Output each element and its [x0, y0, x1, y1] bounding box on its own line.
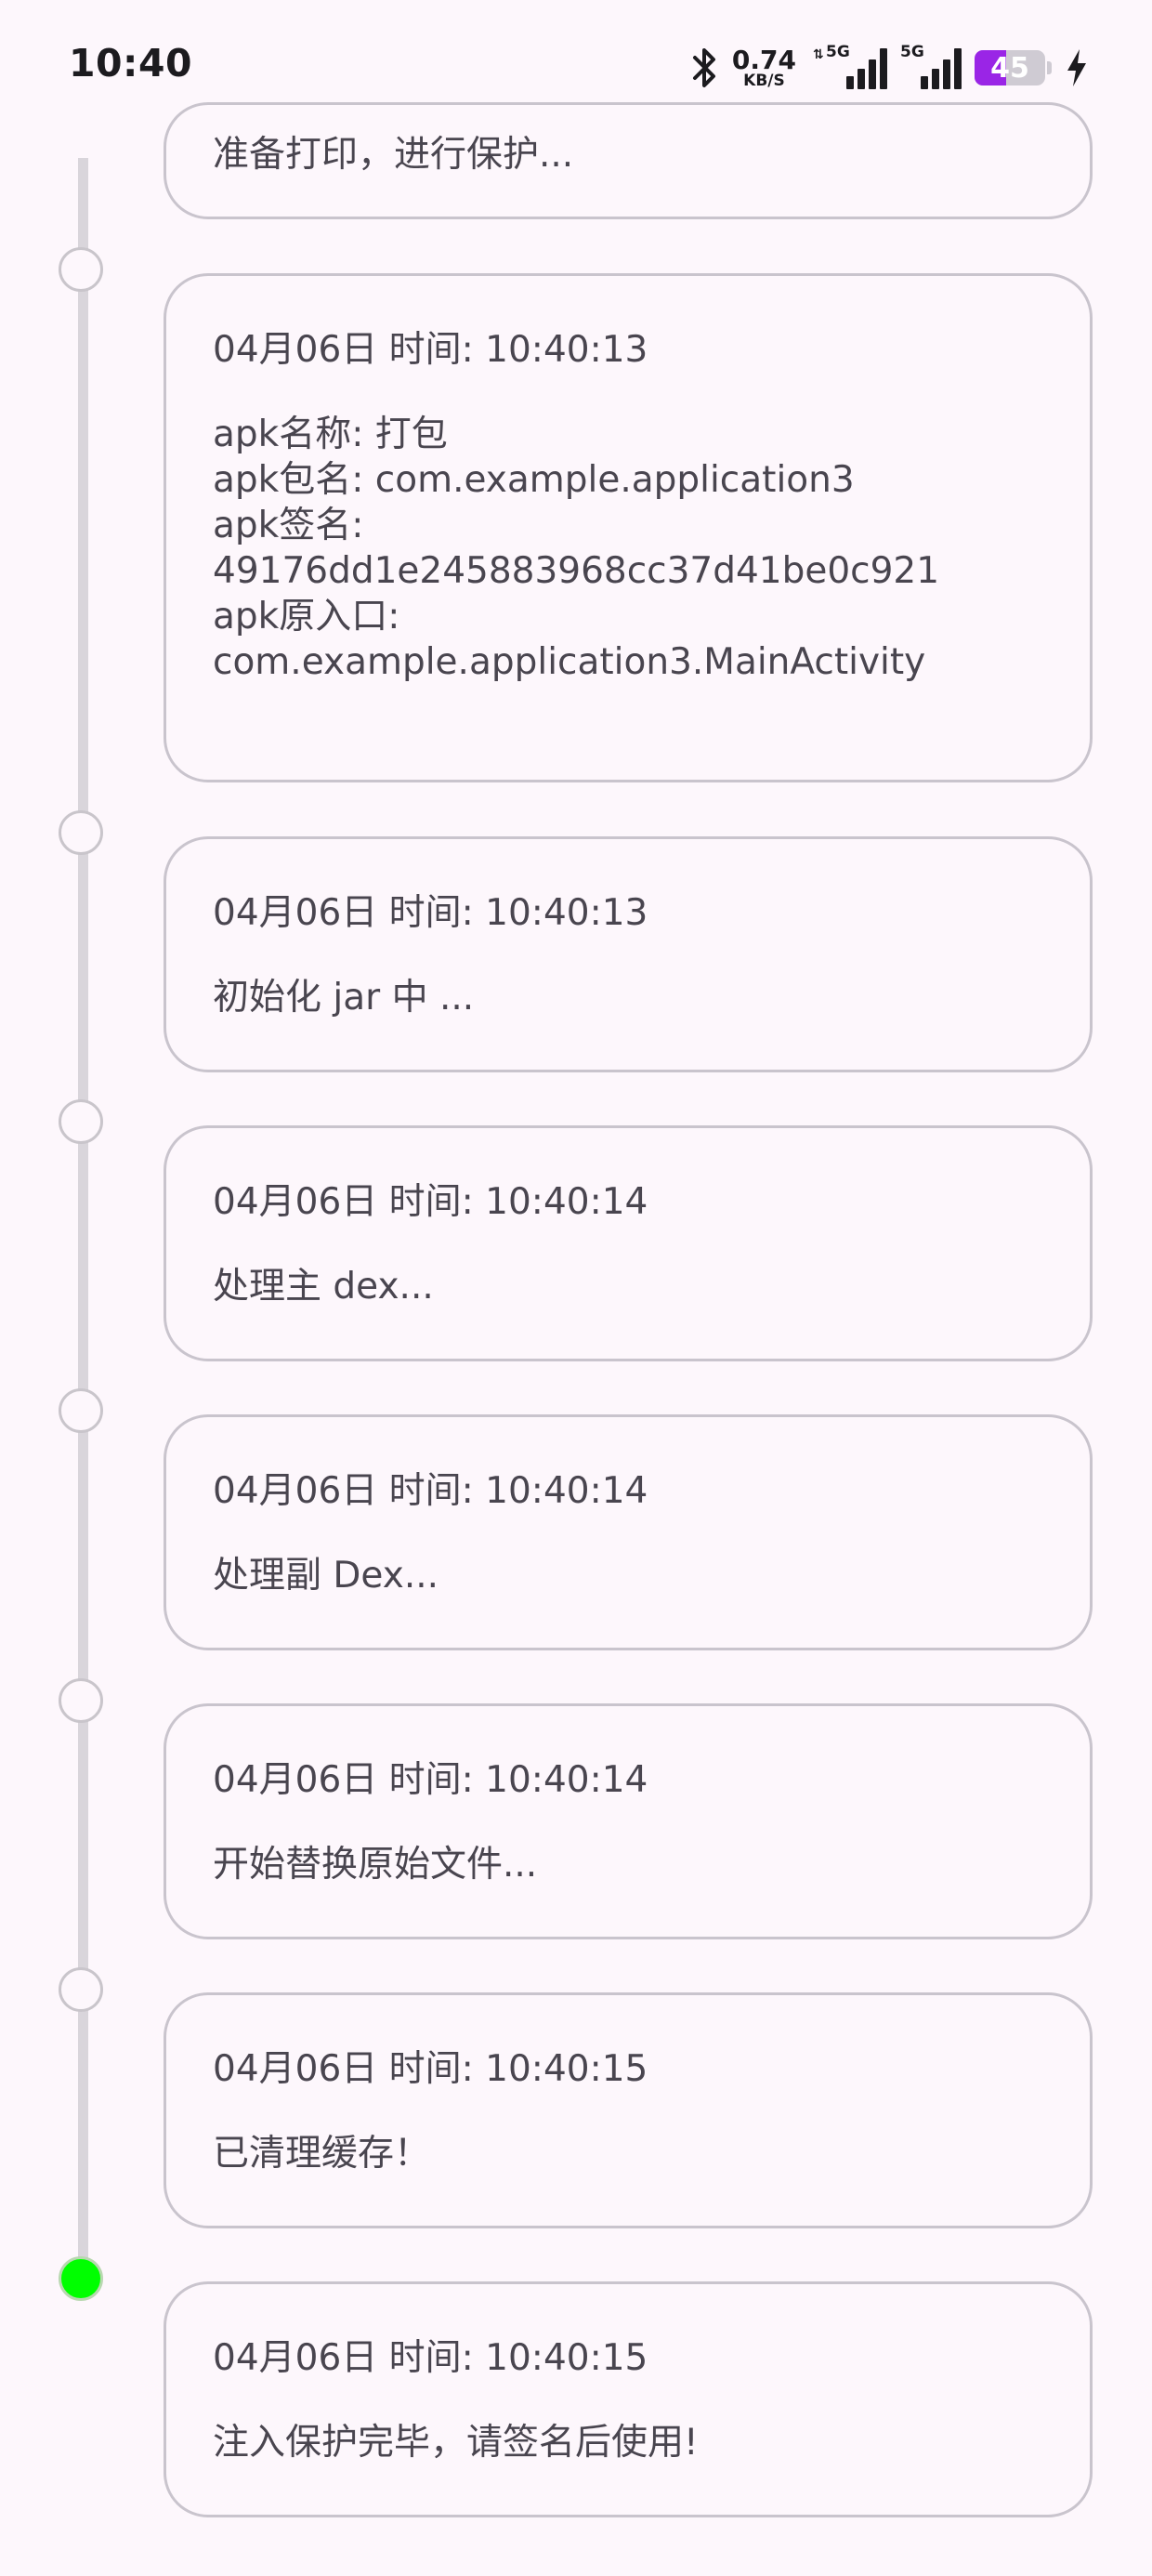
timeline-message: 初始化 jar 中 ...: [213, 977, 475, 1019]
timeline-timestamp: 04月06日 时间: 10:40:15: [213, 2048, 648, 2090]
timeline-line: [78, 158, 88, 2279]
timeline-timestamp: 04月06日 时间: 10:40:13: [213, 892, 648, 934]
status-icons: 0.74 KB/S ⇅ 5G 5G 45: [691, 43, 1089, 93]
timeline-card: 04月06日 时间: 10:40:13 初始化 jar 中 ...: [164, 836, 1093, 1072]
timeline-timestamp: 04月06日 时间: 10:40:14: [213, 1470, 648, 1512]
timeline-card-last: 04月06日 时间: 10:40:15 注入保护完毕，请签名后使用!: [164, 2281, 1093, 2517]
timeline-card: 04月06日 时间: 10:40:15 已清理缓存！: [164, 1992, 1093, 2228]
data-arrows-icon: ⇅: [813, 47, 824, 62]
timeline-node: [59, 1967, 103, 2012]
timeline-message: 注入保护完毕，请签名后使用!: [213, 2422, 699, 2464]
timeline-node: [59, 810, 103, 855]
timeline-message: apk名称: 打包 apk包名: com.example.application…: [213, 414, 940, 683]
timeline-timestamp: 04月06日 时间: 10:40:14: [213, 1759, 648, 1801]
timeline-node: [59, 1678, 103, 1723]
timeline-message: 处理副 Dex...: [213, 1555, 439, 1597]
timeline-message: 已清理缓存！: [213, 2133, 431, 2175]
timeline-node-active: [59, 2256, 103, 2301]
charging-icon: [1067, 49, 1086, 86]
timeline-card: 04月06日 时间: 10:40:13 apk名称: 打包 apk包名: com…: [164, 273, 1093, 782]
timeline-card: 04月06日 时间: 10:40:14 处理主 dex...: [164, 1125, 1093, 1361]
timeline-message-partial: 准备打印，进行保护...: [213, 134, 574, 176]
signal-1-label: 5G: [826, 43, 850, 61]
signal-2-label: 5G: [900, 43, 924, 61]
timeline-message: 开始替换原始文件...: [213, 1844, 538, 1886]
timeline-node: [59, 1099, 103, 1144]
timeline-card-partial: 准备打印，进行保护...: [164, 102, 1093, 219]
network-speed: 0.74 KB/S: [731, 44, 796, 90]
signal-icon: [921, 76, 928, 89]
timeline-timestamp: 04月06日 时间: 10:40:14: [213, 1181, 648, 1223]
timeline-timestamp: 04月06日 时间: 10:40:15: [213, 2337, 648, 2379]
timeline-node: [59, 247, 103, 292]
timeline-card: 04月06日 时间: 10:40:14 开始替换原始文件...: [164, 1703, 1093, 1939]
network-speed-value: 0.74: [731, 44, 796, 75]
timeline-card: 04月06日 时间: 10:40:14 处理副 Dex...: [164, 1414, 1093, 1650]
network-speed-unit: KB/S: [743, 71, 785, 90]
battery-cap: [1047, 61, 1052, 74]
battery-icon: 45: [975, 50, 1045, 85]
status-time: 10:40: [69, 41, 193, 85]
timeline-timestamp: 04月06日 时间: 10:40:13: [213, 329, 648, 371]
signal-icon: [846, 76, 854, 89]
timeline-node: [59, 1388, 103, 1433]
signal-2: 5G: [900, 43, 962, 89]
battery-percent: 45: [990, 51, 1029, 85]
timeline-message: 处理主 dex...: [213, 1266, 434, 1308]
signal-1: ⇅ 5G: [813, 43, 887, 89]
bluetooth-icon: [692, 48, 715, 87]
